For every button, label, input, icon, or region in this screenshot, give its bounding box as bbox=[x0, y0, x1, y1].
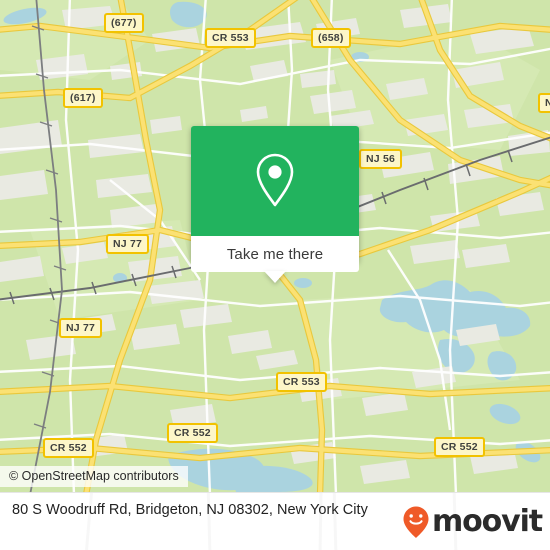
popup-pointer bbox=[264, 271, 286, 283]
road-shield: NJ 77 bbox=[59, 318, 103, 338]
bottom-info-bar: 80 S Woodruff Rd, Bridgeton, NJ 08302, N… bbox=[0, 492, 550, 550]
road-shield: NJ 77 bbox=[106, 234, 150, 254]
road-shield: CR 553 bbox=[276, 372, 327, 392]
map-pin-icon bbox=[256, 153, 294, 207]
road-shield: CR 552 bbox=[434, 437, 485, 457]
take-me-there-label: Take me there bbox=[226, 245, 324, 263]
road-shield: CR 552 bbox=[167, 423, 218, 443]
popup-header bbox=[191, 126, 359, 236]
moovit-smiley-pin-icon bbox=[403, 506, 429, 538]
map-canvas[interactable]: (677) CR 553 (658) (617) N NJ 56 NJ 77 NJ 77 CR … bbox=[0, 0, 550, 492]
road-shield: N bbox=[538, 93, 550, 113]
road-shield: (617) bbox=[63, 88, 103, 108]
road-shield: (658) bbox=[311, 28, 351, 48]
moovit-logo[interactable]: moovit bbox=[402, 504, 543, 539]
take-me-there-button[interactable]: Take me there bbox=[191, 236, 359, 283]
road-shield: CR 552 bbox=[43, 438, 94, 458]
address-text: 80 S Woodruff Rd, Bridgeton, NJ 08302, N… bbox=[12, 502, 368, 518]
road-shield: (677) bbox=[104, 13, 144, 33]
osm-attribution[interactable]: © OpenStreetMap contributors bbox=[0, 466, 188, 487]
road-shield: NJ 56 bbox=[359, 149, 403, 169]
location-popup-card[interactable]: Take me there bbox=[191, 126, 359, 283]
moovit-map-screenshot: (677) CR 553 (658) (617) N NJ 56 NJ 77 NJ 77 CR … bbox=[0, 0, 550, 550]
road-shield: CR 553 bbox=[205, 28, 256, 48]
moovit-wordmark: moovit bbox=[431, 504, 543, 539]
